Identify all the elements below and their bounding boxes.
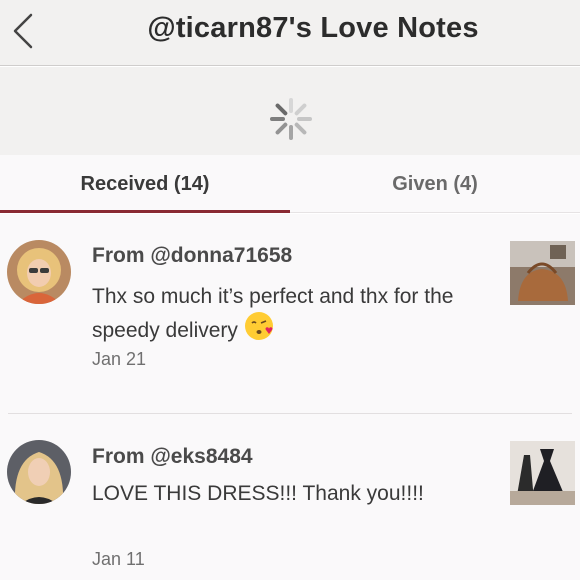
page-title: @ticarn87's Love Notes [147,12,479,44]
active-tab-indicator [0,210,290,213]
tab-received[interactable]: Received (14) [0,155,290,213]
note-date: Jan 11 [92,549,145,569]
listing-thumbnail[interactable] [510,241,575,305]
note-date: Jan 21 [92,349,147,369]
note-sender[interactable]: From @donna71658 [92,244,292,268]
note-sender[interactable]: From @eks8484 [92,445,253,469]
chevron-left-icon [13,13,33,49]
love-note-item[interactable]: From @eks8484 LOVE THIS DRESS!!! Thank y… [0,414,580,580]
tab-bar: Received (14) Given (4) [0,155,580,213]
back-button[interactable] [0,6,46,56]
note-message: LOVE THIS DRESS!!! Thank you!!!! [92,482,424,505]
love-note-item[interactable]: From @donna71658 Thx so much it’s perfec… [0,214,580,414]
avatar[interactable] [7,240,71,304]
love-notes-list: From @donna71658 Thx so much it’s perfec… [0,214,580,580]
listing-thumbnail[interactable] [510,441,575,505]
tab-given[interactable]: Given (4) [290,155,580,213]
kissing-face-emoji-icon [244,311,274,349]
note-message: Thx so much it’s perfect and thx for the… [92,282,472,349]
avatar[interactable] [7,440,71,504]
header-bar: @ticarn87's Love Notes [0,0,580,66]
loading-spinner-icon [270,98,312,140]
